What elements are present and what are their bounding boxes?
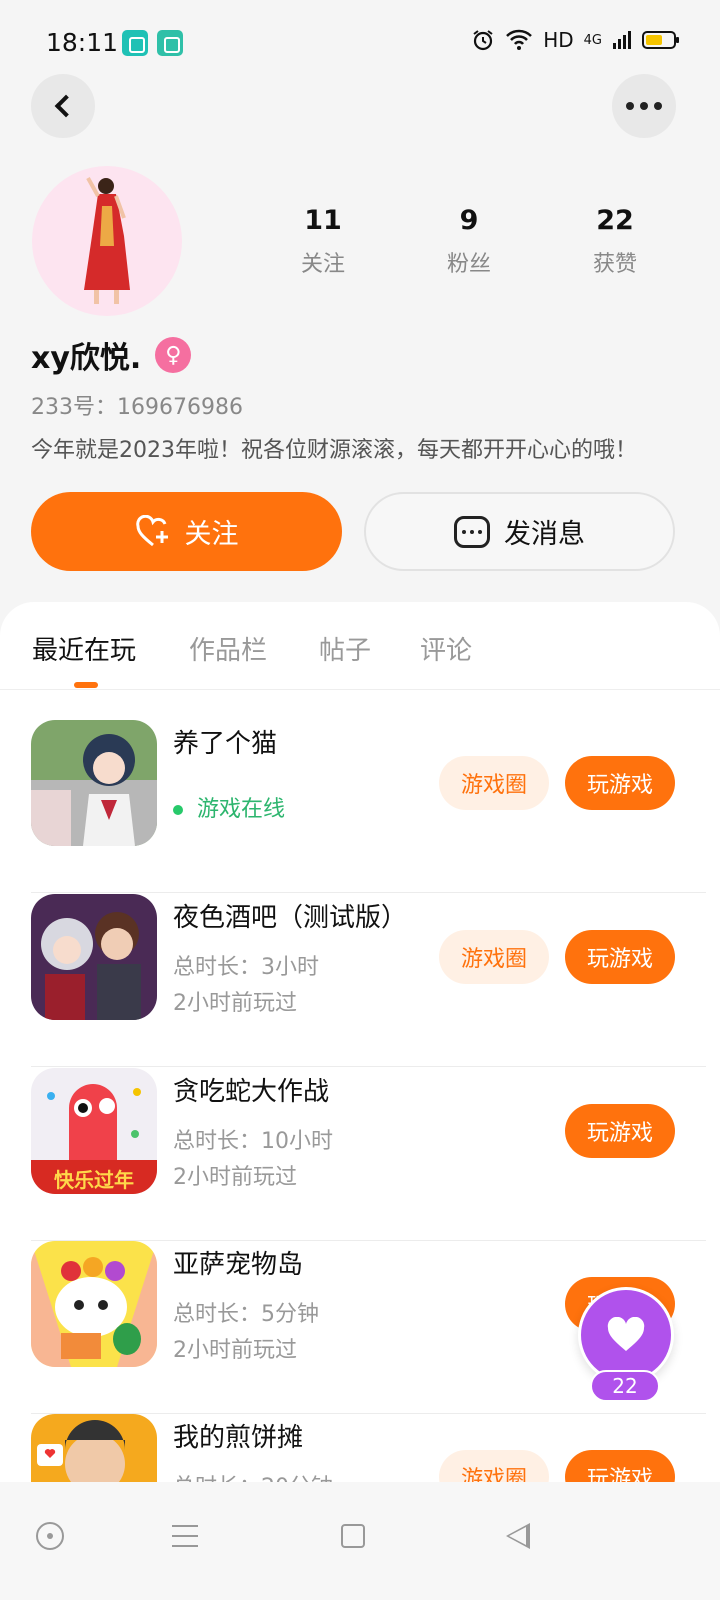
message-button[interactable]: 发消息	[364, 492, 675, 571]
alarm-icon	[473, 30, 493, 51]
status-time: 18:11	[46, 28, 119, 57]
bio: 今年就是2023年啦！祝各位财源滚滚，每天都开开心心的哦！	[31, 438, 637, 463]
stat-following[interactable]: 11 关注	[250, 205, 396, 278]
game-item[interactable]: 夜色酒吧（测试版） 总时长：3小时 2小时前玩过 游戏圈 玩游戏	[31, 894, 706, 1067]
game-circle-button[interactable]: 游戏圈	[439, 1450, 549, 1482]
stat-label: 获赞	[592, 252, 637, 277]
more-button[interactable]	[612, 74, 676, 138]
tab-bar: 最近在玩 作品栏 帖子 评论	[0, 602, 720, 690]
heart-icon	[607, 1317, 645, 1351]
online-status-label: 游戏在线	[197, 797, 286, 822]
username-row: xy欣悦. ♀	[31, 333, 192, 377]
network-type: HD	[543, 28, 574, 52]
play-game-button[interactable]: 玩游戏	[565, 930, 675, 984]
wifi-icon	[506, 29, 533, 50]
game-item[interactable]: 养了个猫 游戏在线 游戏圈 玩游戏	[31, 720, 706, 893]
game-name: 贪吃蛇大作战	[173, 1077, 330, 1107]
stat-value: 11	[304, 205, 342, 236]
tab-recently-played[interactable]: 最近在玩	[32, 630, 136, 667]
stat-value: 9	[459, 205, 479, 236]
game-item[interactable]: 我的煎饼摊 总时长：20分钟 游戏圈 玩游戏	[31, 1414, 706, 1482]
game-icon: 快乐过年	[31, 1068, 157, 1194]
heart-plus-icon	[135, 514, 168, 546]
game-icon	[31, 1414, 157, 1482]
avatar[interactable]	[32, 166, 182, 316]
signal-icon	[613, 31, 631, 49]
last-played: 2小时前玩过	[173, 1165, 297, 1190]
menu-icon[interactable]	[172, 1525, 198, 1547]
last-played: 2小时前玩过	[173, 991, 297, 1016]
game-icon	[31, 1241, 157, 1367]
back-button[interactable]	[31, 74, 95, 138]
divider	[31, 1066, 706, 1067]
avatar-image	[84, 177, 130, 304]
play-duration: 总时长：20分钟	[173, 1469, 333, 1482]
floating-like-button[interactable]	[578, 1287, 674, 1383]
play-duration: 总时长：10小时	[173, 1129, 333, 1154]
play-game-button[interactable]: 玩游戏	[565, 1104, 675, 1158]
tab-works[interactable]: 作品栏	[189, 630, 267, 667]
game-name: 夜色酒吧（测试版）	[173, 903, 408, 933]
stat-label: 关注	[300, 252, 345, 277]
like-count-badge: 22	[590, 1370, 660, 1402]
stat-label: 粉丝	[446, 252, 491, 277]
status-icons: HD 4G	[471, 28, 679, 52]
home-icon[interactable]	[341, 1524, 365, 1548]
status-bar: 18:11 HD 4G	[0, 0, 720, 88]
tab-comments[interactable]: 评论	[420, 630, 472, 667]
signal-type: 4G	[583, 32, 602, 48]
assistant-icon[interactable]	[36, 1522, 64, 1550]
last-played: 2小时前玩过	[173, 1338, 297, 1363]
battery-icon	[642, 31, 679, 49]
game-name: 我的煎饼摊	[173, 1423, 304, 1453]
play-duration: 总时长：5分钟	[173, 1302, 319, 1327]
game-icon	[31, 894, 157, 1020]
divider	[31, 892, 706, 893]
game-item[interactable]: 快乐过年 贪吃蛇大作战 总时长：10小时 2小时前玩过 玩游戏	[31, 1068, 706, 1241]
system-nav-bar	[0, 1482, 720, 1600]
tab-indicator	[74, 682, 98, 688]
game-name: 亚萨宠物岛	[173, 1250, 304, 1280]
app-notification-icon	[157, 30, 183, 56]
more-dots-icon	[626, 102, 662, 110]
play-duration: 总时长：3小时	[173, 955, 319, 980]
back-arrow-icon	[54, 94, 78, 118]
tab-posts[interactable]: 帖子	[319, 630, 371, 667]
game-icon-caption: 快乐过年	[54, 1168, 134, 1192]
play-game-button[interactable]: 玩游戏	[565, 756, 675, 810]
app-notification-icon	[122, 30, 148, 56]
female-icon: ♀	[155, 337, 192, 373]
user-id: 233号：169676986	[31, 395, 243, 420]
back-triangle-icon[interactable]	[506, 1523, 530, 1549]
game-icon	[31, 720, 157, 846]
game-circle-button[interactable]: 游戏圈	[439, 756, 549, 810]
game-name: 养了个猫	[173, 729, 278, 759]
message-label: 发消息	[504, 519, 585, 550]
online-dot-icon	[173, 805, 183, 815]
username: xy欣悦.	[31, 341, 142, 376]
follow-button[interactable]: 关注	[31, 492, 342, 571]
play-game-button[interactable]: 玩游戏	[565, 1450, 675, 1482]
follow-label: 关注	[184, 519, 239, 550]
stat-followers[interactable]: 9 粉丝	[396, 205, 542, 278]
stat-likes[interactable]: 22 获赞	[542, 205, 688, 278]
stat-value: 22	[596, 205, 634, 236]
chat-icon	[454, 515, 490, 548]
profile-stats: 11 关注 9 粉丝 22 获赞	[250, 205, 688, 278]
online-status: 游戏在线	[173, 791, 285, 823]
game-circle-button[interactable]: 游戏圈	[439, 930, 549, 984]
